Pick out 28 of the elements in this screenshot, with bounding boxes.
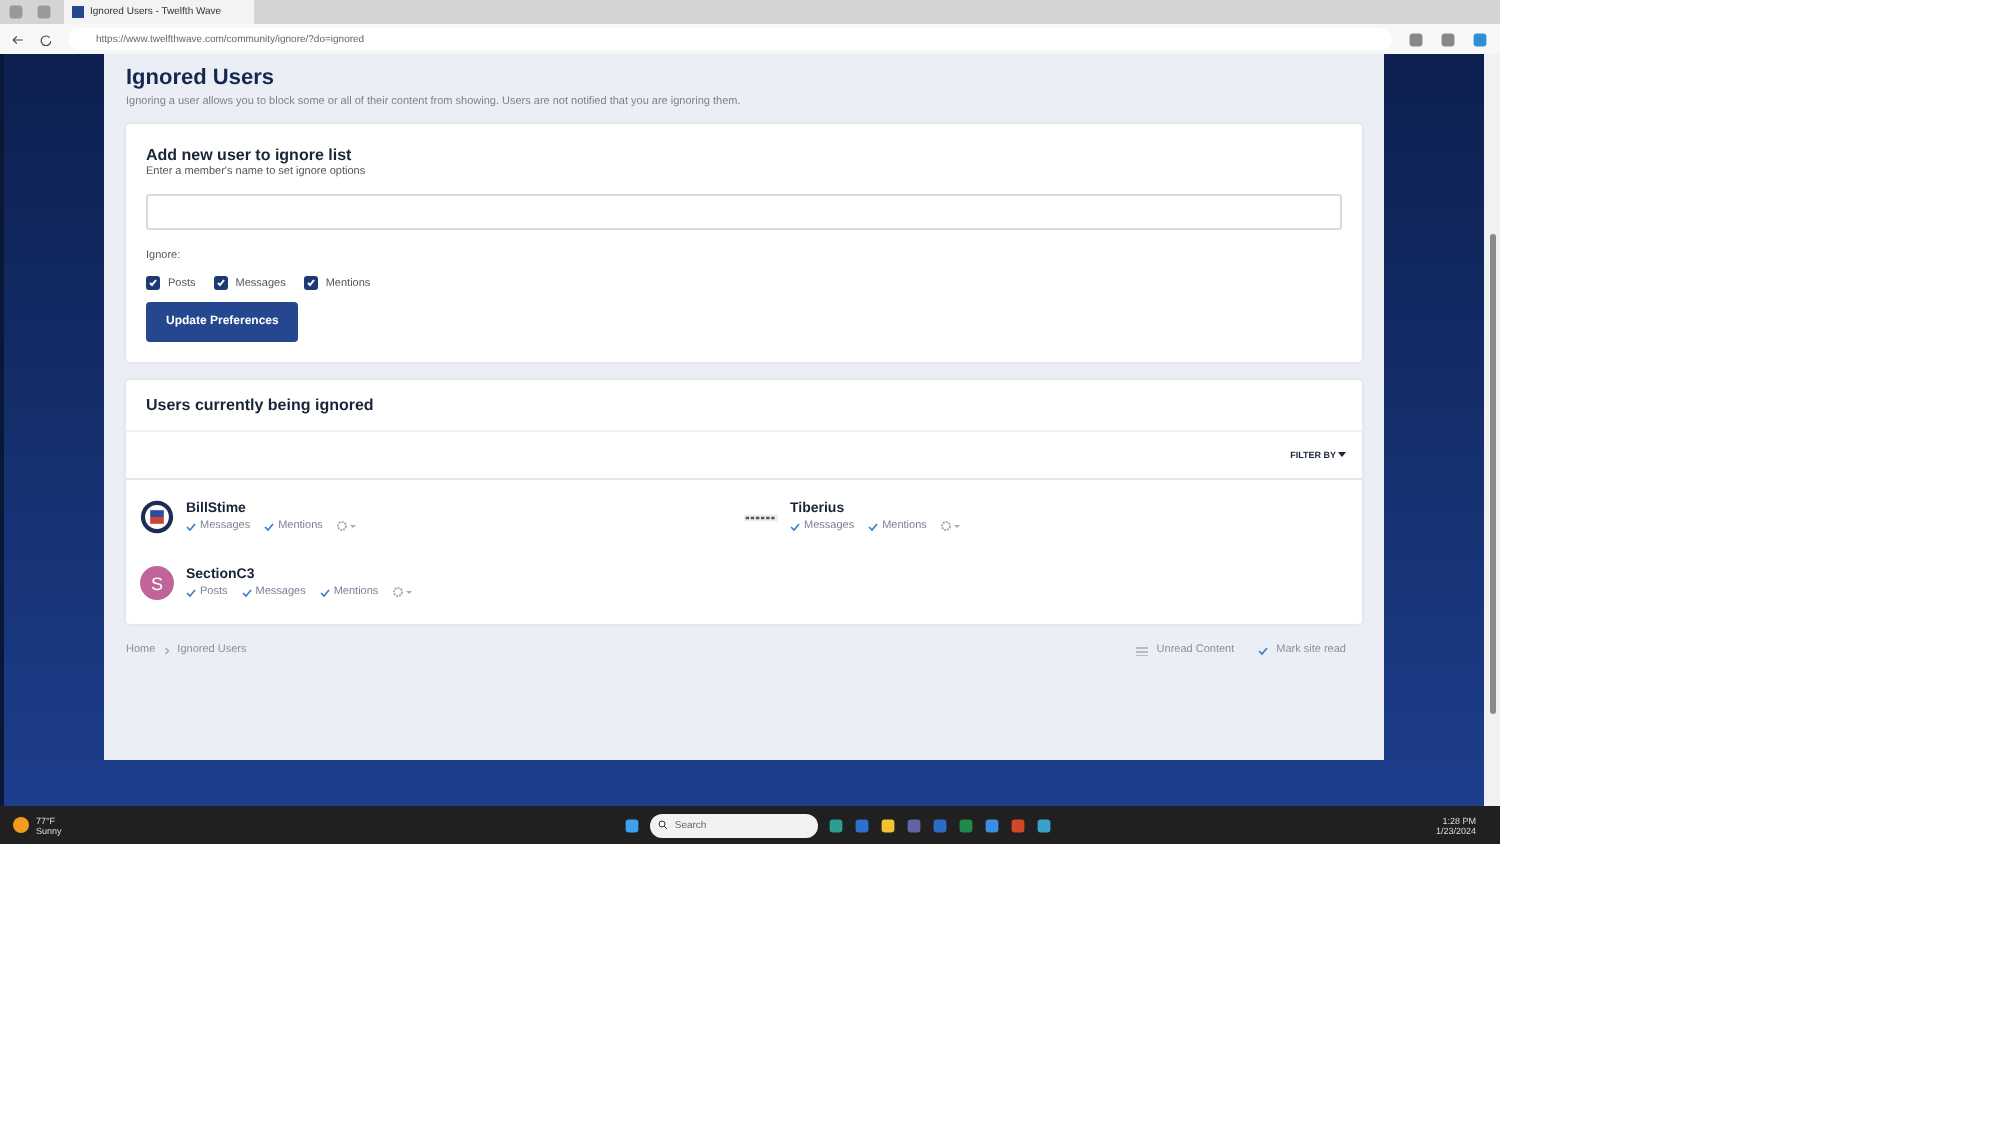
check-icon: [868, 521, 879, 531]
caret-icon: [1338, 452, 1346, 458]
check-icon: [264, 521, 275, 531]
check-icon: [186, 521, 196, 531]
checkbox[interactable]: [146, 276, 160, 290]
refresh-icon[interactable]: [40, 33, 52, 45]
weather-icon: [12, 816, 30, 834]
check-icon: [790, 521, 800, 531]
folder-icon[interactable]: [880, 817, 897, 833]
gear-icon[interactable]: [940, 520, 961, 532]
card-title: Add new user to ignore list: [146, 146, 354, 164]
check-icon: [241, 587, 252, 597]
search-icon: [658, 820, 669, 830]
list-icon: [1136, 645, 1149, 655]
gear-icon[interactable]: [392, 586, 413, 598]
favicon-icon: [72, 6, 84, 18]
check-icon: [1258, 645, 1269, 655]
back-icon[interactable]: [12, 33, 24, 45]
check-icon: [319, 587, 330, 597]
checkbox[interactable]: [213, 276, 228, 290]
card-title: Users currently being ignored: [146, 396, 376, 414]
check-icon: [186, 587, 196, 597]
avatar: S: [140, 566, 174, 600]
gear-icon[interactable]: [336, 520, 357, 532]
checkbox[interactable]: [303, 276, 318, 290]
scrollbar-thumb[interactable]: [1489, 234, 1495, 714]
page-title: Ignored Users: [126, 66, 276, 90]
chevron-icon: [163, 645, 170, 655]
